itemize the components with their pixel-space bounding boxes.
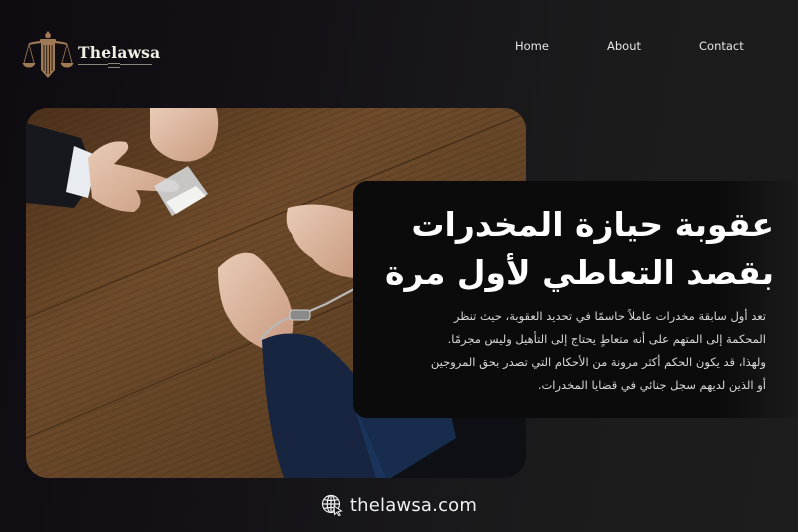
scales-of-justice-icon (22, 31, 74, 78)
title-line-1: عقوبة حيازة المخدرات (411, 205, 774, 244)
main-nav: Home About Contact (0, 38, 798, 54)
nav-about[interactable]: About (607, 38, 641, 54)
article-card: عقوبة حيازة المخدرات بقصد التعاطي لأول م… (353, 181, 798, 418)
body-line-4: أو الذين لديهم سجل جنائي في قضايا المخدر… (537, 378, 766, 392)
globe-cursor-icon (321, 494, 343, 516)
nav-home[interactable]: Home (515, 38, 549, 54)
body-line-2: المحكمة إلى المتهم على أنه متعاطٍ يحتاج … (447, 332, 766, 346)
nav-contact[interactable]: Contact (699, 38, 744, 54)
title-line-2: بقصد التعاطي لأول مرة (384, 253, 774, 292)
site-header: Thelawsa Home About Contact (0, 0, 798, 95)
site-logo[interactable]: Thelawsa (20, 26, 160, 82)
website-url[interactable]: thelawsa.com (350, 495, 477, 516)
body-line-3: ولهذا، قد يكون الحكم أكثر مرونة من الأحك… (430, 355, 766, 369)
article-body: تعد أول سابقة مخدرات عاملاً حاسمًا في تح… (346, 305, 766, 397)
site-footer: thelawsa.com (0, 490, 798, 520)
article-title: عقوبة حيازة المخدرات بقصد التعاطي لأول م… (344, 201, 774, 297)
logo-underline (78, 62, 152, 68)
website-link[interactable]: thelawsa.com (321, 494, 477, 516)
body-line-1: تعد أول سابقة مخدرات عاملاً حاسمًا في تح… (453, 309, 766, 323)
